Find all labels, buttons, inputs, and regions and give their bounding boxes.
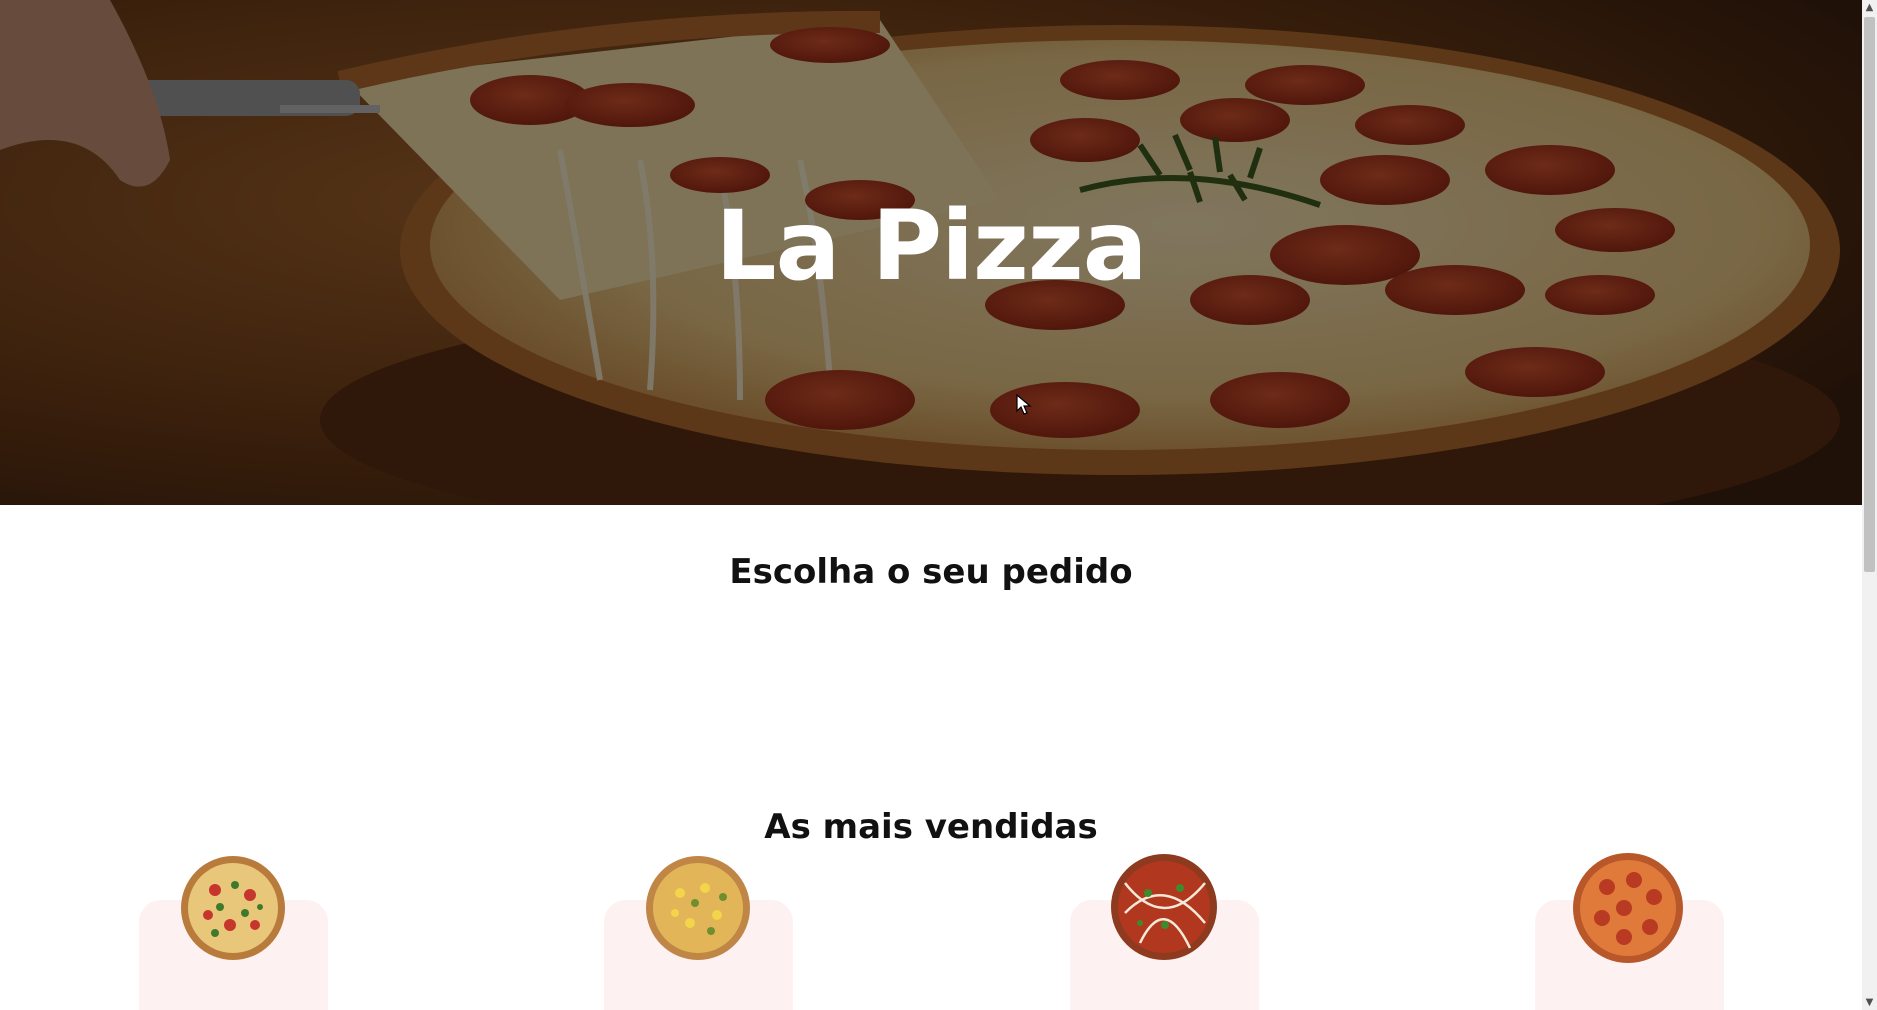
best-sellers-heading: As mais vendidas xyxy=(764,807,1098,847)
choose-order-heading: Escolha o seu pedido xyxy=(729,552,1133,592)
scroll-down-arrow-icon[interactable]: ▼ xyxy=(1862,995,1877,1010)
mouse-cursor-icon xyxy=(1016,394,1032,415)
bbq-pizza-icon[interactable] xyxy=(1110,853,1218,961)
page: La Pizza Escolha o seu pedido As mais ve… xyxy=(0,0,1862,1010)
vertical-scrollbar[interactable]: ▲ ▼ xyxy=(1862,0,1877,1010)
scrollbar-thumb[interactable] xyxy=(1864,17,1875,572)
veggie-pizza-icon[interactable] xyxy=(180,855,286,961)
corn-pizza-icon[interactable] xyxy=(645,855,751,961)
scroll-up-arrow-icon[interactable]: ▲ xyxy=(1862,0,1877,15)
hero-banner: La Pizza xyxy=(0,0,1862,505)
pepperoni-pizza-icon[interactable] xyxy=(1572,852,1684,964)
hero-title: La Pizza xyxy=(715,190,1147,302)
